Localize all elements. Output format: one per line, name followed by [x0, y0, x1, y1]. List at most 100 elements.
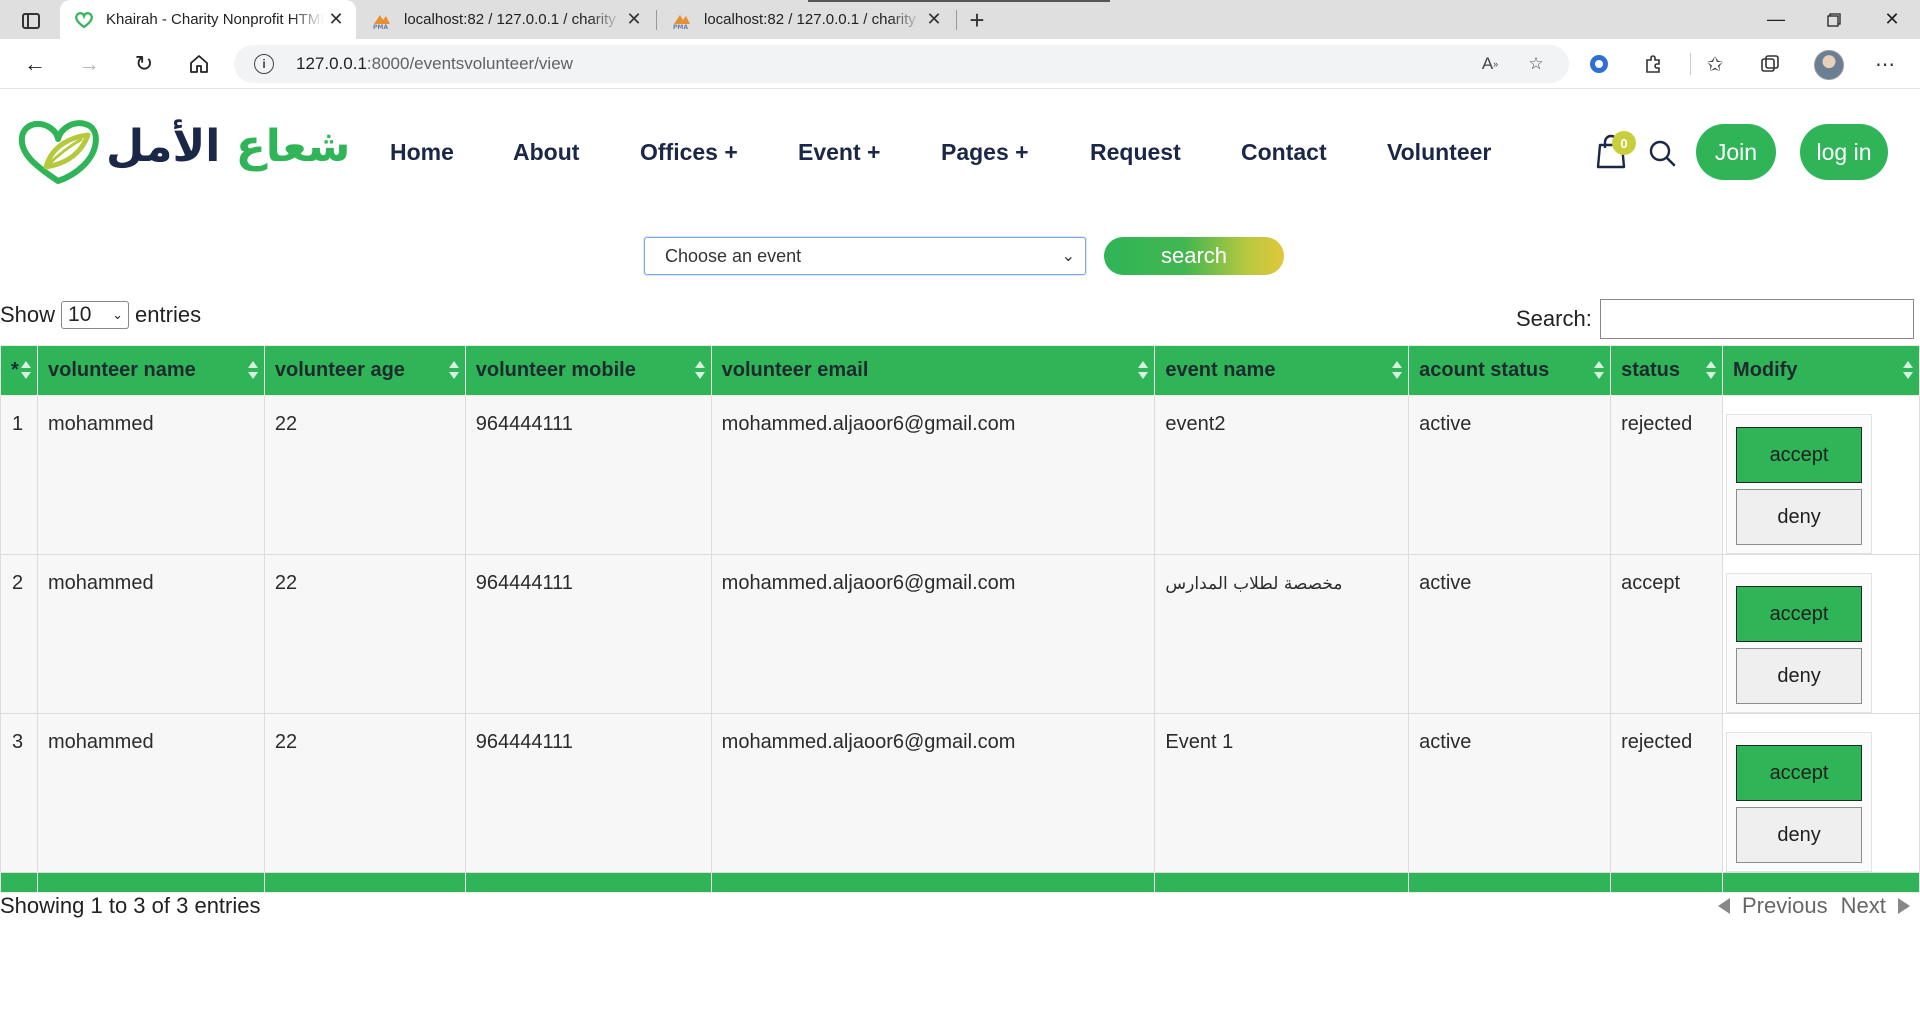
- restore-icon[interactable]: [1806, 0, 1862, 39]
- table-search-label: Search:: [1516, 306, 1592, 331]
- site-logo[interactable]: شعاع الأمل: [16, 117, 350, 187]
- cell-volunteer-email: mohammed.aljaoor6@gmail.com: [710, 713, 1156, 873]
- nav-offices[interactable]: Offices +: [640, 134, 738, 170]
- table-row: 3 mohammed 22 964444111 mohammed.aljaoor…: [0, 713, 1920, 873]
- cell-volunteer-email: mohammed.aljaoor6@gmail.com: [710, 554, 1156, 714]
- col-header-event-name[interactable]: event name: [1154, 345, 1410, 396]
- browser-tab-bar: Khairah - Charity Nonprofit HTML ✕ PMA l…: [0, 0, 1920, 39]
- tab-actions-icon[interactable]: [14, 9, 48, 33]
- extensions-icon[interactable]: [1638, 49, 1668, 79]
- close-icon[interactable]: ✕: [622, 8, 646, 32]
- event-search-button[interactable]: search: [1104, 237, 1284, 275]
- close-icon[interactable]: ✕: [324, 8, 348, 32]
- deny-button[interactable]: deny: [1736, 807, 1863, 863]
- logo-text: شعاع الأمل: [106, 121, 351, 172]
- col-header-volunteer-email[interactable]: volunteer email: [710, 345, 1156, 396]
- sort-icon: [1903, 361, 1913, 381]
- url-bar[interactable]: i 127.0.0.1:8000/eventsvolunteer/view A»…: [234, 45, 1569, 83]
- accept-button[interactable]: accept: [1736, 586, 1863, 642]
- modify-form: accept deny: [1726, 573, 1873, 713]
- cell-account-status: active: [1408, 395, 1612, 555]
- svg-text:PMA: PMA: [373, 24, 388, 30]
- nav-home[interactable]: Home: [352, 134, 484, 170]
- close-icon[interactable]: ✕: [922, 8, 946, 32]
- forward-icon[interactable]: →: [72, 47, 106, 81]
- cell-volunteer-name: mohammed: [36, 554, 265, 714]
- cell-index: 1: [0, 395, 38, 555]
- url-text[interactable]: 127.0.0.1:8000/eventsvolunteer/view: [296, 54, 573, 74]
- nav-request[interactable]: Request: [1090, 134, 1181, 170]
- accept-button[interactable]: accept: [1736, 427, 1863, 483]
- cell-volunteer-mobile: 964444111: [464, 554, 712, 714]
- table-info: Showing 1 to 3 of 3 entries: [0, 893, 261, 918]
- browser-tab-phpmyadmin-2[interactable]: PMA localhost:82 / 127.0.0.1 / charity ✕: [658, 0, 954, 39]
- pagination: Previous Next: [1718, 893, 1910, 919]
- col-header-volunteer-age[interactable]: volunteer age: [263, 345, 466, 396]
- more-menu-icon[interactable]: ⋯: [1870, 49, 1900, 79]
- favorite-star-icon[interactable]: ☆: [1524, 52, 1548, 76]
- back-icon[interactable]: ←: [18, 47, 52, 81]
- col-header-account-status[interactable]: acount status: [1408, 345, 1612, 396]
- length-prefix: Show: [0, 302, 56, 327]
- col-header-volunteer-mobile[interactable]: volunteer mobile: [464, 345, 712, 396]
- browser-tab-phpmyadmin-1[interactable]: PMA localhost:82 / 127.0.0.1 / charity ✕: [358, 0, 654, 39]
- sort-icon: [448, 361, 459, 381]
- event-select-value: Choose an event: [665, 245, 802, 266]
- entries-length-select[interactable]: 10 ⌄: [61, 301, 130, 329]
- collections-icon[interactable]: [1755, 49, 1785, 79]
- nav-pages[interactable]: Pages +: [941, 134, 1029, 170]
- close-window-icon[interactable]: ✕: [1864, 0, 1920, 39]
- address-toolbar: ← → ↻ i 127.0.0.1:8000/eventsvolunteer/v…: [0, 39, 1920, 89]
- col-header-status[interactable]: status: [1610, 345, 1724, 396]
- chevron-down-icon: ⌄: [112, 307, 124, 322]
- deny-button[interactable]: deny: [1736, 648, 1863, 704]
- table-row: 2 mohammed 22 964444111 mohammed.aljaoor…: [0, 554, 1920, 714]
- site-info-icon[interactable]: i: [254, 54, 274, 74]
- cell-modify: accept deny: [1722, 713, 1920, 873]
- table-row: 1 mohammed 22 964444111 mohammed.aljaoor…: [0, 395, 1920, 555]
- sort-icon: [1138, 361, 1149, 381]
- next-arrow-icon: [1897, 898, 1910, 914]
- col-header-volunteer-name[interactable]: volunteer name: [36, 345, 265, 396]
- favorites-icon[interactable]: ✩: [1700, 49, 1730, 79]
- copilot-icon[interactable]: [1584, 49, 1614, 79]
- accept-button[interactable]: accept: [1736, 745, 1863, 801]
- nav-contact[interactable]: Contact: [1241, 134, 1327, 170]
- login-button[interactable]: log in: [1800, 124, 1888, 180]
- table-search-input[interactable]: [1599, 299, 1914, 339]
- col-header-index[interactable]: *: [0, 345, 38, 396]
- col-header-modify[interactable]: Modify: [1722, 345, 1920, 396]
- new-tab-button[interactable]: +: [962, 6, 992, 34]
- reload-icon[interactable]: ↻: [127, 47, 161, 81]
- site-header: شعاع الأمل Home About Offices + Event + …: [0, 89, 1920, 214]
- previous-arrow-icon: [1718, 898, 1730, 914]
- nav-about[interactable]: About: [474, 134, 609, 170]
- nav-volunteer[interactable]: Volunteer: [1387, 134, 1491, 170]
- cell-modify: accept deny: [1722, 554, 1920, 714]
- home-icon[interactable]: [182, 47, 216, 81]
- join-button[interactable]: Join: [1696, 124, 1776, 180]
- read-aloud-icon[interactable]: A»: [1478, 52, 1502, 76]
- profile-avatar[interactable]: [1814, 50, 1844, 80]
- previous-button[interactable]: Previous: [1742, 893, 1828, 919]
- modify-form: accept deny: [1726, 414, 1873, 554]
- next-button[interactable]: Next: [1841, 893, 1886, 919]
- event-select[interactable]: Choose an event ⌄: [644, 237, 1086, 275]
- sort-icon: [1392, 361, 1403, 381]
- minimize-icon[interactable]: —: [1748, 0, 1804, 39]
- svg-text:PMA: PMA: [673, 24, 688, 30]
- cell-account-status: active: [1408, 713, 1612, 873]
- cell-volunteer-mobile: 964444111: [464, 395, 712, 555]
- deny-button[interactable]: deny: [1736, 489, 1863, 545]
- nav-event[interactable]: Event +: [798, 134, 880, 170]
- browser-tab-khairah[interactable]: Khairah - Charity Nonprofit HTML ✕: [60, 0, 356, 39]
- entries-length-control: Show 10 ⌄ entries: [0, 300, 201, 330]
- search-icon[interactable]: [1648, 139, 1676, 167]
- cell-index: 2: [0, 554, 38, 714]
- cell-event-name: event2: [1154, 395, 1410, 555]
- table-search-control: Search:: [1516, 299, 1914, 339]
- table-header-row: * volunteer name volunteer age volunteer…: [0, 345, 1920, 396]
- chevron-down-icon: ⌄: [1061, 248, 1075, 265]
- phpmyadmin-icon: PMA: [372, 10, 392, 30]
- cell-status: rejected: [1610, 713, 1724, 873]
